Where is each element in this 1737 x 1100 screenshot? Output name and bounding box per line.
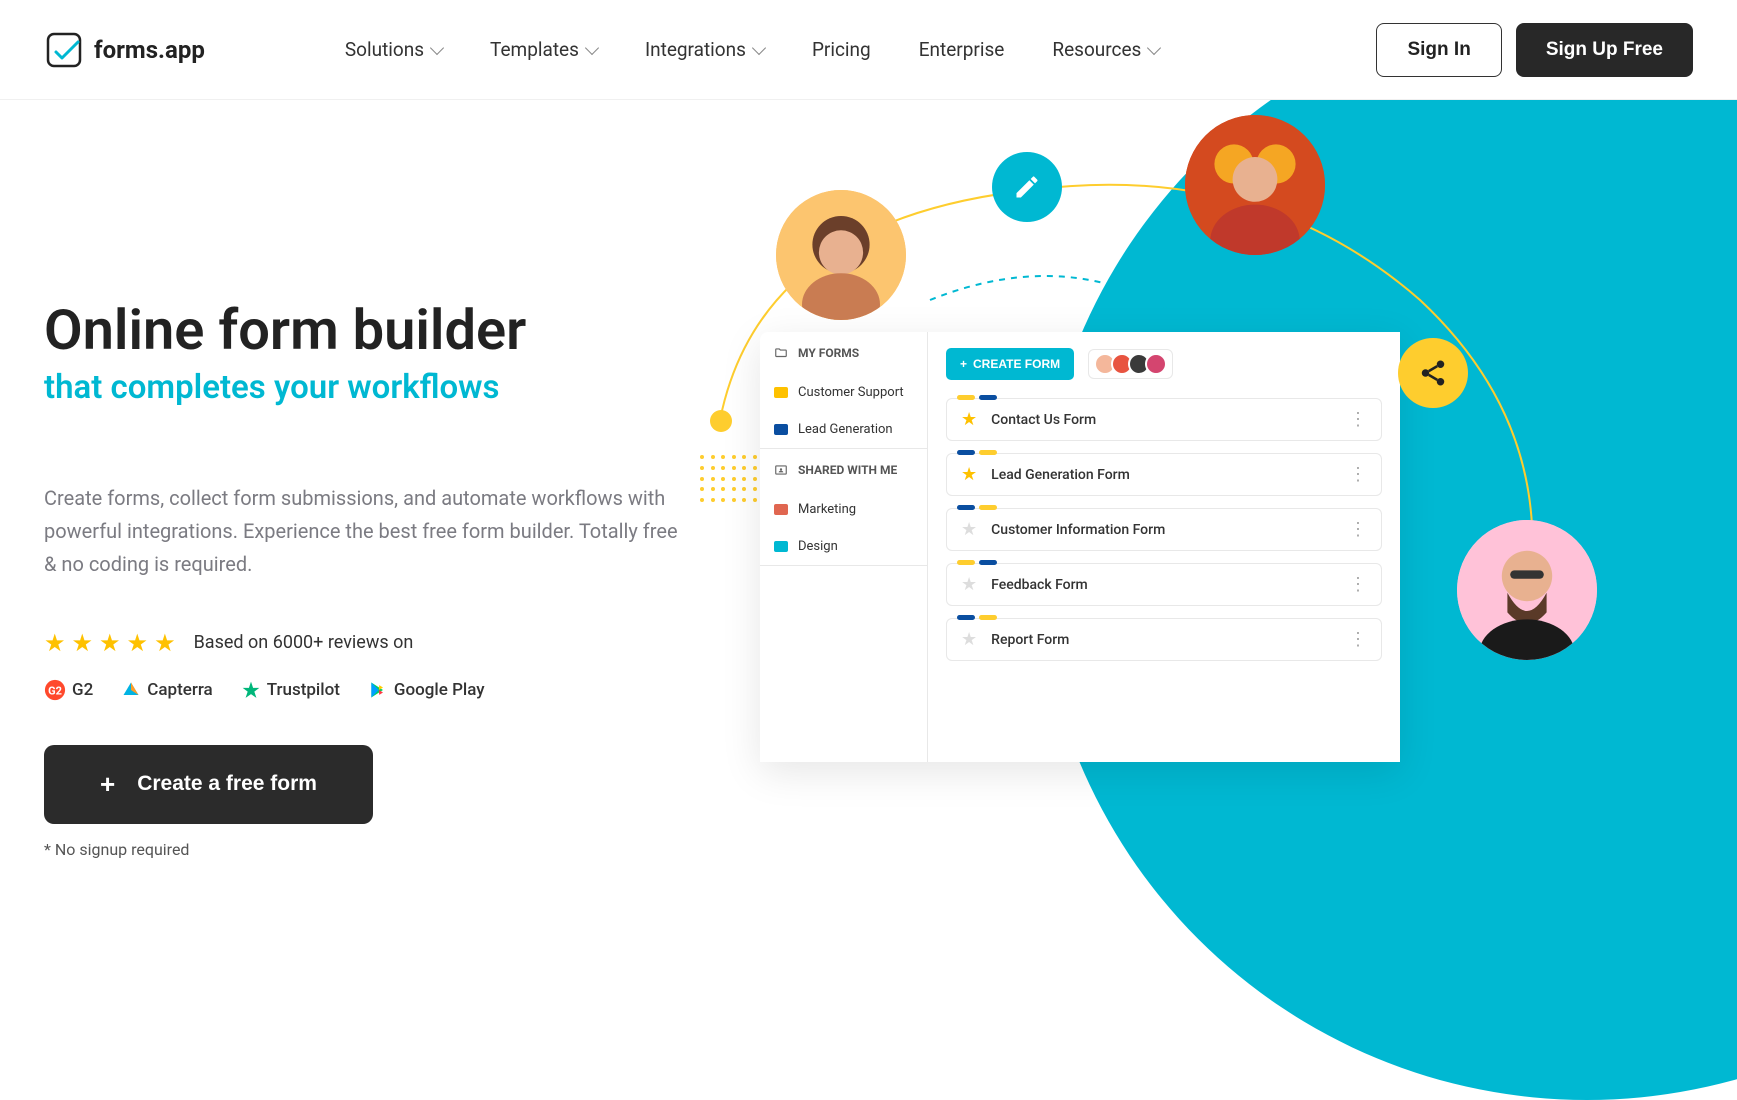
shared-outline-icon — [774, 463, 788, 477]
chevron-down-icon — [585, 41, 599, 55]
star-icon: ★ — [127, 629, 149, 657]
star-icon[interactable]: ★ — [961, 629, 977, 650]
hero-subtitle: that completes your workflows — [44, 368, 684, 407]
star-icon: ★ — [72, 629, 94, 657]
hero-description: Create forms, collect form submissions, … — [44, 482, 684, 581]
form-row[interactable]: ★ Contact Us Form ⋮ — [946, 398, 1382, 441]
star-icon[interactable]: ★ — [961, 574, 977, 595]
platform-g2[interactable]: G2G2 — [44, 679, 93, 701]
plus-icon: + — [960, 357, 967, 371]
rating-row: ★ ★ ★ ★ ★ Based on 6000+ reviews on — [44, 629, 684, 657]
svg-text:G2: G2 — [48, 684, 62, 697]
more-menu-icon[interactable]: ⋮ — [1349, 629, 1367, 650]
more-menu-icon[interactable]: ⋮ — [1349, 574, 1367, 595]
nav-enterprise[interactable]: Enterprise — [919, 38, 1005, 61]
share-icon — [1398, 338, 1468, 408]
hero-content: Online form builder that completes your … — [44, 300, 684, 859]
logo-icon — [44, 30, 84, 70]
signin-button[interactable]: Sign In — [1376, 23, 1501, 77]
star-icon: ★ — [154, 629, 176, 657]
main-header: forms.app Solutions Templates Integrations… — [0, 0, 1737, 100]
folder-icon — [774, 387, 788, 398]
my-forms-label: MY FORMS — [798, 346, 859, 360]
logo[interactable]: forms.app — [44, 30, 205, 70]
rating-text: Based on 6000+ reviews on — [194, 632, 414, 653]
platform-google-play[interactable]: Google Play — [368, 680, 485, 700]
hero-title: Online form builder — [44, 300, 684, 362]
create-form-label: CREATE FORM — [973, 357, 1060, 371]
shared-label: SHARED WITH ME — [798, 463, 897, 477]
chevron-down-icon — [430, 41, 444, 55]
form-name: Lead Generation Form — [991, 467, 1130, 483]
stars: ★ ★ ★ ★ ★ — [44, 629, 176, 657]
nav-pricing[interactable]: Pricing — [812, 38, 871, 61]
form-name: Report Form — [991, 632, 1069, 648]
create-form-button[interactable]: + CREATE FORM — [946, 348, 1074, 380]
form-row[interactable]: ★ Report Form ⋮ — [946, 618, 1382, 661]
nav-resources[interactable]: Resources — [1052, 38, 1159, 61]
form-row[interactable]: ★ Feedback Form ⋮ — [946, 563, 1382, 606]
shared-header: SHARED WITH ME — [760, 449, 927, 491]
my-forms-header: MY FORMS — [760, 332, 927, 374]
folder-item[interactable]: Marketing — [760, 491, 927, 528]
folder-outline-icon — [774, 346, 788, 360]
collaborators[interactable] — [1088, 349, 1173, 379]
edit-icon — [992, 152, 1062, 222]
hero-section: Online form builder that completes your … — [0, 100, 1737, 855]
star-icon[interactable]: ★ — [961, 519, 977, 540]
folder-item[interactable]: Customer Support — [760, 374, 927, 411]
mockup-sidebar: MY FORMS Customer SupportLead Generation… — [760, 332, 928, 762]
form-row[interactable]: ★ Customer Information Form ⋮ — [946, 508, 1382, 551]
collaborator-avatar — [1145, 353, 1167, 375]
avatar-2 — [1185, 115, 1325, 255]
create-form-cta[interactable]: + Create a free form — [44, 745, 373, 824]
platforms-row: G2G2 Capterra Trustpilot Google Play — [44, 679, 684, 701]
avatar-1 — [776, 190, 906, 320]
platform-capterra[interactable]: Capterra — [121, 680, 212, 700]
more-menu-icon[interactable]: ⋮ — [1349, 519, 1367, 540]
orbit-dot — [710, 410, 732, 432]
logo-text: forms.app — [94, 36, 205, 64]
platform-trustpilot[interactable]: Trustpilot — [241, 680, 340, 700]
folder-icon — [774, 424, 788, 435]
form-name: Contact Us Form — [991, 412, 1096, 428]
folder-icon — [774, 504, 788, 515]
main-nav: Solutions Templates Integrations Pricing Ent… — [345, 38, 1160, 61]
form-name: Customer Information Form — [991, 522, 1165, 538]
folder-item[interactable]: Lead Generation — [760, 411, 927, 448]
cta-label: Create a free form — [137, 772, 317, 796]
chevron-down-icon — [1147, 41, 1161, 55]
star-icon[interactable]: ★ — [961, 464, 977, 485]
star-icon: ★ — [44, 629, 66, 657]
form-row[interactable]: ★ Lead Generation Form ⋮ — [946, 453, 1382, 496]
folder-item[interactable]: Design — [760, 528, 927, 565]
signup-button[interactable]: Sign Up Free — [1516, 23, 1693, 77]
app-mockup: MY FORMS Customer SupportLead Generation… — [760, 332, 1400, 762]
folder-icon — [774, 541, 788, 552]
more-menu-icon[interactable]: ⋮ — [1349, 464, 1367, 485]
star-icon[interactable]: ★ — [961, 409, 977, 430]
nav-templates[interactable]: Templates — [490, 38, 597, 61]
nav-integrations[interactable]: Integrations — [645, 38, 764, 61]
nav-solutions[interactable]: Solutions — [345, 38, 442, 61]
star-icon: ★ — [99, 629, 121, 657]
more-menu-icon[interactable]: ⋮ — [1349, 409, 1367, 430]
mockup-main: + CREATE FORM ★ Contact Us Form ⋮ ★ Lead Gen… — [928, 332, 1400, 762]
form-name: Feedback Form — [991, 577, 1088, 593]
avatar-3 — [1457, 520, 1597, 660]
plus-icon: + — [100, 769, 115, 800]
header-actions: Sign In Sign Up Free — [1376, 23, 1693, 77]
mockup-toolbar: + CREATE FORM — [946, 348, 1382, 380]
chevron-down-icon — [752, 41, 766, 55]
signup-note: * No signup required — [44, 840, 684, 859]
